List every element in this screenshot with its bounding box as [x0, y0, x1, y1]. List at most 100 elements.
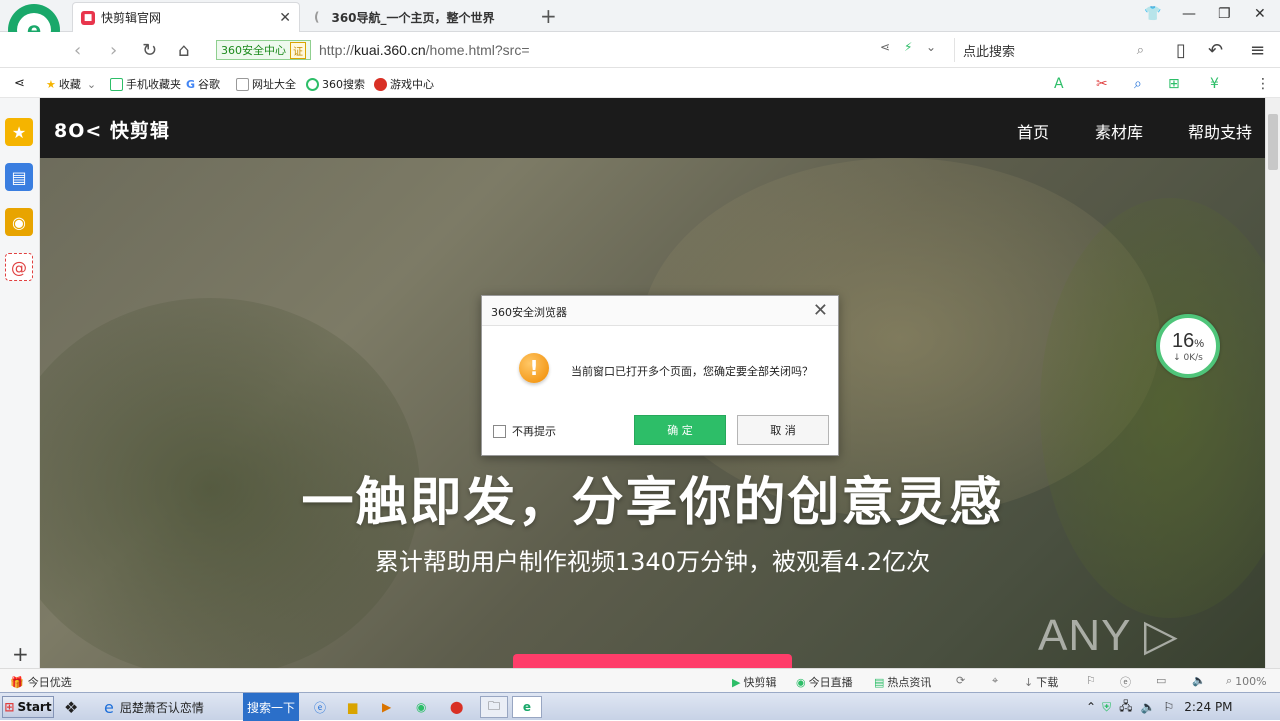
gamepad-icon[interactable]: ⊞ — [1168, 76, 1180, 92]
window-icon[interactable]: ▭ — [1156, 674, 1166, 687]
tab-title: 快剪辑官网 — [101, 11, 162, 25]
chrome-icon[interactable]: ◉ — [416, 696, 426, 718]
news-icon[interactable]: ▤ — [5, 163, 33, 191]
favorites-star-icon[interactable]: ★ — [5, 118, 33, 146]
vertical-scrollbar[interactable] — [1265, 98, 1280, 668]
translate-icon[interactable]: A — [1054, 76, 1064, 92]
tray-arrow-icon[interactable]: ⌃ — [1086, 700, 1096, 714]
google-icon: G — [186, 77, 196, 91]
site-logo[interactable]: 8O< 快剪辑 — [54, 116, 170, 143]
scroll-thumb[interactable] — [1268, 114, 1278, 170]
refresh-icon[interactable]: ↻ — [142, 40, 157, 61]
skin-icon[interactable]: 👕 — [1144, 6, 1161, 22]
mail-icon[interactable]: @ — [5, 253, 33, 281]
nav-home[interactable]: 首页 — [1017, 119, 1049, 143]
flag-tray-icon[interactable]: ⚐ — [1163, 700, 1174, 714]
archive-task-icon[interactable]: 🗀 — [480, 696, 508, 718]
folder-icon[interactable]: ▆ — [348, 696, 357, 718]
page-icon — [236, 77, 249, 91]
checkbox-box — [493, 424, 506, 438]
shield-icon[interactable]: ⛨ — [1102, 700, 1111, 715]
status-news[interactable]: ▤ 热点资讯 — [874, 674, 931, 690]
hero-subline: 累计帮助用户制作视频1340万分钟，被观看4.2亿次 — [374, 548, 931, 576]
new-tab-icon[interactable]: + — [540, 4, 557, 28]
download-button[interactable] — [513, 654, 792, 668]
restore-tabs-icon[interactable]: ⟳ — [956, 674, 965, 687]
opera-icon[interactable]: ⬤ — [450, 696, 463, 718]
add-sidebar-icon[interactable]: + — [12, 642, 29, 666]
today-picks[interactable]: 🎁 今日优选 — [10, 674, 72, 690]
bookmark-favorites[interactable]: ★ 收藏 ⌄ — [46, 76, 96, 92]
back-icon[interactable]: ‹ — [74, 40, 81, 61]
tab-close-icon[interactable]: ✕ — [279, 10, 291, 26]
clock[interactable]: 2:24 PM — [1184, 700, 1232, 714]
search-icon[interactable]: ⌕ — [1137, 43, 1144, 58]
screenshot-icon[interactable]: ✂ — [1096, 76, 1108, 92]
more-icon[interactable]: ⋮ — [1256, 76, 1270, 92]
status-download[interactable]: ↓ 下载 — [1024, 674, 1058, 690]
undo-icon[interactable]: ↶ — [1208, 40, 1223, 61]
site-header: 8O< 快剪辑 首页 素材库 帮助支持 — [40, 98, 1265, 158]
bookmark-google[interactable]: G 谷歌 — [186, 76, 220, 92]
bookmark-360search[interactable]: 360搜索 — [306, 76, 365, 92]
mobile-icon[interactable]: ▯ — [1176, 40, 1186, 61]
menu-icon[interactable]: ≡ — [1250, 40, 1265, 61]
network-icon[interactable]: 🖧 — [1119, 697, 1132, 718]
ie-task[interactable]: e 屈楚萧否认恋情 — [104, 696, 204, 718]
media-player-icon[interactable]: ▶ — [382, 696, 391, 718]
dialog-message: 当前窗口已打开多个页面，您确定要全部关闭吗？ — [571, 365, 813, 378]
network-speed-widget[interactable]: 16% ↓ 0K/s — [1156, 314, 1220, 378]
share-icon[interactable]: ⋖ — [880, 40, 890, 54]
phone-icon — [110, 77, 123, 91]
volume-tray-icon[interactable]: 🔈 — [1140, 700, 1155, 714]
kuaijianji-favicon-icon: ■ — [81, 10, 95, 25]
status-live[interactable]: ◉ 今日直播 — [796, 674, 853, 690]
volume-icon[interactable]: 🔈 — [1192, 674, 1206, 687]
security-badge[interactable]: 360安全中心 证 — [216, 40, 311, 60]
ie-icon[interactable]: ⓔ — [1120, 674, 1131, 690]
search-box[interactable]: 点此搜索 ⌕ — [954, 38, 1154, 62]
gift-icon: 🎁 — [10, 675, 24, 689]
minimize-icon[interactable]: — — [1182, 6, 1196, 22]
tab-inactive[interactable]: ( 360导航_一个主页，整个世界 — [306, 2, 532, 32]
star-icon: ★ — [46, 77, 56, 91]
nav-library[interactable]: 素材库 — [1095, 119, 1143, 143]
task-view-icon[interactable]: ❖ — [64, 696, 78, 718]
dont-ask-checkbox[interactable]: 不再提示 — [493, 423, 556, 439]
forward-icon[interactable]: › — [110, 40, 117, 61]
navigation-bar: ‹ › ↻ ⌂ 360安全中心 证 http://kuai.360.cn/hom… — [0, 32, 1280, 68]
window-close-icon[interactable]: ✕ — [1254, 6, 1266, 22]
home-icon[interactable]: ⌂ — [178, 40, 189, 61]
360-browser-task-icon[interactable]: e — [512, 696, 542, 718]
restore-icon[interactable]: ❐ — [1218, 6, 1231, 22]
windows-logo-icon: ⊞ — [4, 700, 15, 714]
chevron-down-icon[interactable]: ⌄ — [926, 40, 936, 54]
nav-help[interactable]: 帮助支持 — [1188, 119, 1252, 143]
bookmark-mobile[interactable]: 手机收藏夹 — [110, 76, 181, 92]
flag-icon[interactable]: ⚐ — [1086, 674, 1096, 687]
magnifier-icon[interactable]: ⌕ — [1134, 76, 1142, 92]
sidebar-toggle-icon[interactable]: ⋖ — [14, 76, 25, 91]
bookmark-games[interactable]: 游戏中心 — [374, 76, 434, 92]
dialog-close-icon[interactable]: ✕ — [813, 300, 828, 321]
weibo-icon[interactable]: ◉ — [5, 208, 33, 236]
yuan-icon[interactable]: ¥ — [1210, 76, 1219, 92]
search-task-button[interactable]: 搜索一下 — [243, 693, 299, 721]
speed-mode-icon[interactable]: ⚡ — [904, 40, 912, 54]
pin-icon[interactable]: ⌖ — [992, 674, 998, 688]
tab-active[interactable]: ■ 快剪辑官网 ✕ — [72, 2, 300, 32]
ie-launch-icon[interactable]: ⓔ — [314, 696, 326, 718]
address-bar[interactable]: 360安全中心 证 http://kuai.360.cn/home.html?s… — [216, 38, 946, 62]
status-kuaijianji[interactable]: ▶ 快剪辑 — [732, 674, 776, 690]
url-text[interactable]: http://kuai.360.cn/home.html?src= — [319, 42, 530, 58]
bookmarks-bar: ⋖ ★ 收藏 ⌄ 手机收藏夹 G 谷歌 网址大全 360搜索 游戏中心 A ✂ ⌕ ⊞… — [0, 68, 1280, 98]
download-icon: ↓ — [1024, 675, 1034, 689]
play-icon: ▶ — [732, 675, 741, 689]
title-bar: ■ 快剪辑官网 ✕ ( 360导航_一个主页，整个世界 + 👕 — ❐ ✕ — [0, 0, 1280, 32]
start-button[interactable]: ⊞ Start — [2, 696, 54, 718]
confirm-button[interactable]: 确 定 — [634, 415, 726, 445]
zoom-level[interactable]: ⌕ 100% — [1226, 674, 1267, 688]
cancel-button[interactable]: 取 消 — [737, 415, 829, 445]
bookmark-directory[interactable]: 网址大全 — [236, 76, 296, 92]
zoom-icon: ⌕ — [1226, 674, 1233, 687]
